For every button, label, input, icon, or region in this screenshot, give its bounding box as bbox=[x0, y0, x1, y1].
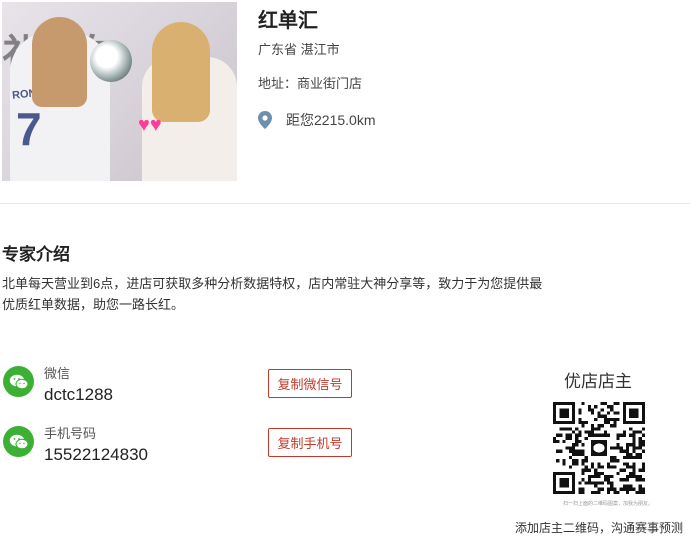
shop-name: 红单汇 bbox=[258, 10, 318, 32]
intro-line-2: 优质红单数据，助您一路长红。 bbox=[2, 297, 185, 312]
shop-address: 地址：商业街门店 bbox=[258, 76, 363, 91]
hearts-icon: ♥♥ bbox=[138, 114, 162, 136]
distance-text: 距您2215.0km bbox=[286, 112, 376, 128]
location-pin-icon bbox=[258, 111, 272, 129]
wechat-icon bbox=[3, 366, 34, 397]
football bbox=[90, 40, 132, 82]
copy-phone-button[interactable]: 复制手机号 bbox=[268, 428, 352, 457]
copy-wechat-button[interactable]: 复制微信号 bbox=[268, 369, 352, 398]
divider bbox=[0, 203, 690, 204]
photo-hair-left bbox=[32, 17, 87, 107]
shop-distance: 距您2215.0km bbox=[258, 110, 375, 130]
wechat-contact: 微信 dctc1288 bbox=[3, 366, 113, 405]
shop-region: 广东省 湛江市 bbox=[258, 42, 340, 57]
phone-label: 手机号码 bbox=[44, 426, 97, 441]
wechat-label: 微信 bbox=[44, 366, 71, 381]
phone-wechat-icon bbox=[3, 426, 34, 457]
intro-text: 北单每天营业到6点，进店可获取多种分析数据特权，店内常驻大神分享等，致力于为您提… bbox=[2, 273, 602, 315]
wechat-value: dctc1288 bbox=[44, 385, 113, 404]
intro-line-1: 北单每天营业到6点，进店可获取多种分析数据特权，店内常驻大神分享等，致力于为您提… bbox=[2, 276, 543, 291]
phone-value: 15522124830 bbox=[44, 445, 149, 464]
jersey-number: 7 bbox=[16, 103, 42, 155]
qr-caption: 添加店主二维码，沟通赛事预测 bbox=[515, 521, 684, 535]
qr-title: 优店店主 bbox=[564, 372, 632, 391]
shop-photo: 礼 向 RONALDO 7 ♥♥ bbox=[2, 2, 237, 181]
qr-small-text: 扫一扫上面的二维码图案，加我为朋友。 bbox=[563, 501, 654, 507]
phone-contact: 手机号码 15522124830 bbox=[3, 426, 148, 465]
qr-code bbox=[553, 402, 645, 494]
photo-hair-right bbox=[152, 22, 210, 122]
intro-title: 专家介绍 bbox=[2, 245, 70, 264]
